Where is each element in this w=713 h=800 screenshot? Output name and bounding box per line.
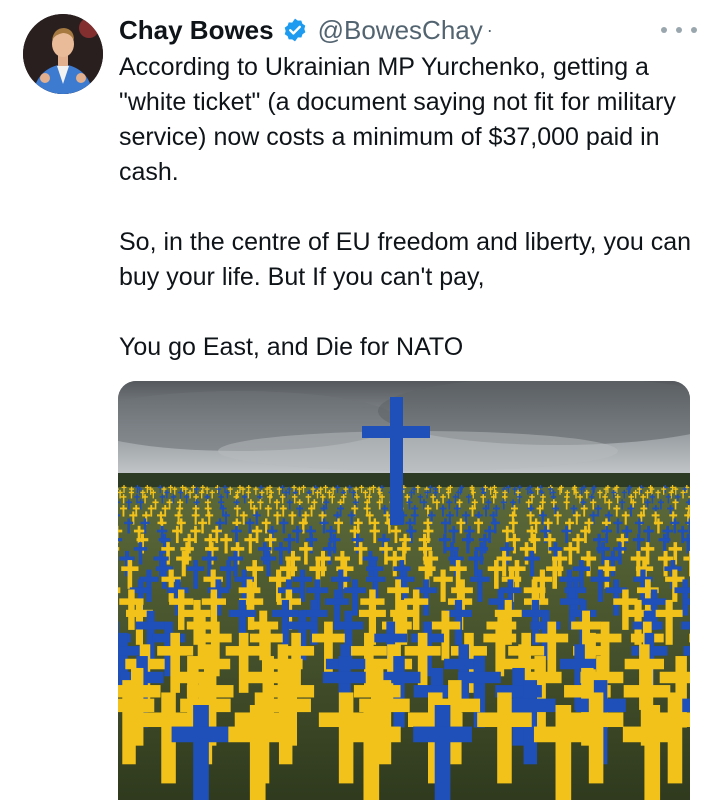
tweet-photo[interactable] (118, 381, 690, 800)
tweet[interactable]: Chay Bowes @BowesChay · According to Ukr… (0, 0, 713, 800)
verified-badge-icon (282, 17, 308, 43)
more-options-icon[interactable] (661, 18, 697, 42)
more-dot (691, 27, 697, 33)
tweet-paragraph-3: You go East, and Die for NATO (119, 333, 464, 361)
header-separator: · (486, 19, 493, 40)
tweet-paragraph-1: According to Ukrainian MP Yurchenko, get… (119, 53, 676, 186)
tweet-text: According to Ukrainian MP Yurchenko, get… (119, 50, 699, 365)
tweet-header: Chay Bowes @BowesChay · (119, 13, 493, 47)
more-dot (676, 27, 682, 33)
user-handle[interactable]: @BowesChay (318, 15, 483, 46)
central-cross (390, 397, 403, 525)
tweet-paragraph-2: So, in the centre of EU freedom and libe… (119, 228, 692, 291)
display-name[interactable]: Chay Bowes (119, 15, 274, 46)
avatar[interactable] (23, 14, 103, 94)
more-dot (661, 27, 667, 33)
